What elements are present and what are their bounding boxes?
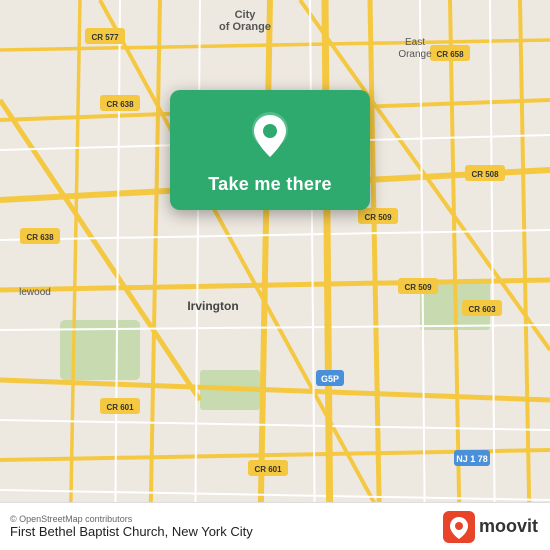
svg-text:NJ 1 78: NJ 1 78 [456, 454, 488, 464]
location-card: Take me there [170, 90, 370, 210]
copyright-text: © OpenStreetMap contributors [10, 514, 253, 524]
svg-text:CR 601: CR 601 [106, 403, 134, 412]
svg-text:CR 577: CR 577 [91, 33, 119, 42]
moovit-brand-text: moovit [479, 516, 538, 537]
svg-text:CR 508: CR 508 [471, 170, 499, 179]
map-container: G5P G5P CR 577 CR 638 CR 638 CR 509 CR 5… [0, 0, 550, 550]
svg-text:CR 509: CR 509 [364, 213, 392, 222]
moovit-brand-icon [443, 511, 475, 543]
svg-text:Orange: Orange [398, 49, 432, 60]
bottom-left: © OpenStreetMap contributors First Bethe… [10, 514, 253, 539]
svg-text:CR 601: CR 601 [254, 465, 282, 474]
moovit-logo: moovit [443, 511, 538, 543]
take-me-there-button[interactable]: Take me there [208, 174, 332, 195]
svg-text:lewood: lewood [19, 287, 51, 298]
svg-text:Irvington: Irvington [187, 299, 238, 313]
svg-text:G5P: G5P [321, 374, 339, 384]
svg-text:of Orange: of Orange [219, 21, 271, 33]
svg-text:CR 603: CR 603 [468, 305, 496, 314]
svg-text:East: East [405, 37, 425, 48]
svg-text:CR 509: CR 509 [404, 283, 432, 292]
place-name: First Bethel Baptist Church, New York Ci… [10, 524, 253, 539]
svg-text:CR 638: CR 638 [106, 100, 134, 109]
location-pin-icon [245, 110, 295, 160]
svg-text:City: City [235, 9, 257, 21]
svg-text:CR 658: CR 658 [436, 50, 464, 59]
svg-text:CR 638: CR 638 [26, 233, 54, 242]
bottom-bar: © OpenStreetMap contributors First Bethe… [0, 502, 550, 550]
map-background: G5P G5P CR 577 CR 638 CR 638 CR 509 CR 5… [0, 0, 550, 550]
